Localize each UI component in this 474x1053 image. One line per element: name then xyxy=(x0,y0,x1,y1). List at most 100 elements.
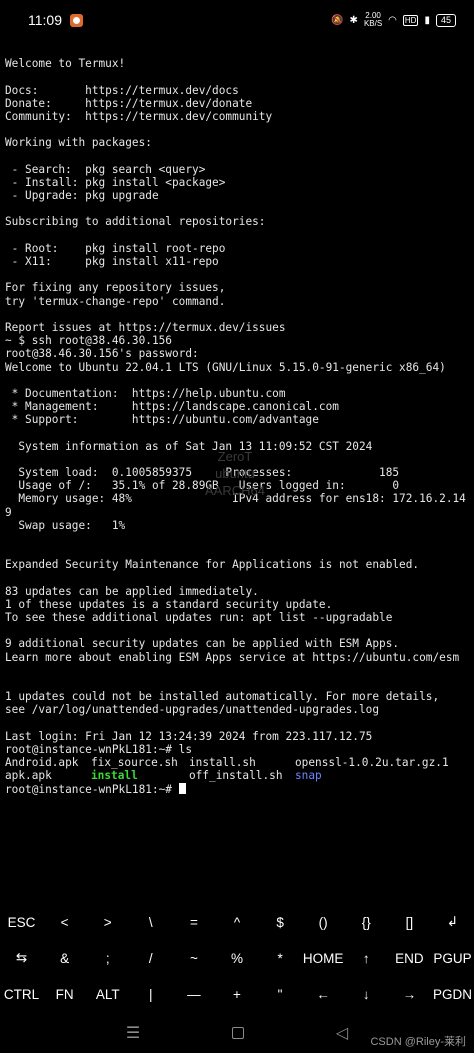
extra-key[interactable]: < xyxy=(43,904,86,940)
terminal-line: Expanded Security Maintenance for Applic… xyxy=(5,558,420,572)
extra-key[interactable]: PGDN xyxy=(431,976,474,1012)
terminal-line: * Documentation: https://help.ubuntu.com xyxy=(5,386,286,400)
extra-key[interactable]: | xyxy=(129,976,172,1012)
status-left: 11:09 xyxy=(28,12,83,28)
extra-key[interactable]: ↓ xyxy=(345,976,388,1012)
terminal-line: Welcome to Termux! xyxy=(5,57,126,71)
extra-key[interactable]: END xyxy=(388,940,431,976)
extra-key[interactable]: ↑ xyxy=(345,940,388,976)
terminal-line: - Upgrade: pkg upgrade xyxy=(5,189,159,203)
extra-key[interactable]: FN xyxy=(43,976,86,1012)
extra-key[interactable]: [] xyxy=(388,904,431,940)
terminal-line: - X11: pkg install x11-repo xyxy=(5,255,219,268)
bluetooth-icon: ✱ xyxy=(349,14,358,26)
recents-icon[interactable]: ☰ xyxy=(126,1023,140,1042)
extra-key[interactable]: & xyxy=(43,940,86,976)
signal-icon: ▮ xyxy=(424,14,430,26)
extra-key[interactable]: ~ xyxy=(172,940,215,976)
prompt-line[interactable]: root@instance-wnPkL181:~# xyxy=(5,782,474,796)
extra-key[interactable]: " xyxy=(259,976,302,1012)
extra-key[interactable]: = xyxy=(172,904,215,940)
hd-badge: HD xyxy=(402,14,419,26)
battery-indicator: 45 xyxy=(435,13,456,27)
terminal-line: Subscribing to additional repositories: xyxy=(5,215,266,229)
extra-key[interactable]: ↲ xyxy=(431,904,474,940)
extra-key[interactable]: HOME xyxy=(302,940,345,976)
wifi-icon: ◠ xyxy=(388,14,397,26)
status-bar: 11:09 🔕 ✱ 2.00 KB/S ◠ HD ▮ 45 xyxy=(0,0,474,40)
extra-key[interactable]: $ xyxy=(259,904,302,940)
terminal-line: 1 updates could not be installed automat… xyxy=(5,690,440,704)
terminal-line: root@instance-wnPkL181:~# ls xyxy=(5,742,193,756)
ls-entry: snap xyxy=(295,769,322,783)
terminal-line: Welcome to Ubuntu 22.04.1 LTS (GNU/Linux… xyxy=(5,360,446,374)
terminal-line: - Search: pkg search <query> xyxy=(5,162,206,176)
extra-key[interactable]: ← xyxy=(302,976,345,1012)
text-cursor xyxy=(178,782,186,794)
ls-entry: install xyxy=(91,769,138,783)
clock: 11:09 xyxy=(28,12,62,28)
extra-key[interactable]: / xyxy=(129,940,172,976)
extra-key[interactable]: ^ xyxy=(215,904,258,940)
ls-entry: fix_source.sh xyxy=(91,756,178,770)
extra-key[interactable]: {} xyxy=(345,904,388,940)
terminal-line: To see these additional updates run: apt… xyxy=(5,611,393,625)
extra-key[interactable]: \ xyxy=(129,904,172,940)
terminal-line: Last login: Fri Jan 12 13:24:39 2024 fro… xyxy=(5,729,373,743)
ls-entry: off_install.sh xyxy=(189,769,283,783)
back-icon[interactable]: ◁ xyxy=(336,1023,348,1042)
ls-output-row: Android.apk fix_source.sh install.sh openss… xyxy=(5,756,474,769)
terminal-line: Report issues at https://termux.dev/issu… xyxy=(5,320,286,334)
extra-key[interactable]: ESC xyxy=(0,904,43,940)
extra-key[interactable]: → xyxy=(388,976,431,1012)
terminal-line: Learn more about enabling ESM Apps servi… xyxy=(5,650,460,664)
extra-key[interactable]: ⇆ xyxy=(0,940,43,976)
app-notification-icon xyxy=(70,13,83,27)
home-icon[interactable] xyxy=(232,1026,245,1039)
extra-key[interactable]: ALT xyxy=(86,976,129,1012)
extra-key[interactable]: ; xyxy=(86,940,129,976)
extra-key[interactable]: + xyxy=(215,976,258,1012)
network-speed: 2.00 KB/S xyxy=(363,11,383,28)
terminal-line: Donate: https://termux.dev/donate xyxy=(5,96,253,110)
terminal-line: - Root: pkg install root-repo xyxy=(5,241,226,255)
ls-entry: apk.apk xyxy=(5,769,52,783)
ls-entry: install.sh xyxy=(189,756,256,770)
extra-key[interactable]: () xyxy=(302,904,345,940)
ls-output-row: apk.apk install off_install.sh snap xyxy=(5,769,474,782)
attribution: CSDN @Riley-莱利 xyxy=(370,1036,466,1048)
ls-entry: Android.apk xyxy=(5,756,79,770)
terminal-line: Docs: https://termux.dev/docs xyxy=(5,83,239,97)
terminal-line: - Install: pkg install <package> xyxy=(5,175,226,189)
extra-keys-bar: ESC < > \ = ^ $(){}[] ↲ ⇆ &; / ~% * HOME ↑ END PGUP CTRL F… xyxy=(0,904,474,1012)
terminal-line: * Support: https://ubuntu.com/advantage xyxy=(5,413,319,427)
terminal-line: 9 additional security updates can be app… xyxy=(5,637,400,651)
extra-key[interactable]: — xyxy=(172,976,215,1012)
extra-key[interactable]: CTRL xyxy=(0,976,43,1012)
shell-prompt: root@instance-wnPkL181:~# xyxy=(5,782,179,796)
extra-key[interactable]: PGUP xyxy=(431,940,474,976)
extra-key[interactable]: * xyxy=(259,940,302,976)
extra-key[interactable]: > xyxy=(86,904,129,940)
terminal-line: 83 updates can be applied immediately. xyxy=(5,584,259,598)
watermark: ZeroT ubuntu AARCH64 xyxy=(205,449,265,498)
terminal-line: root@38.46.30.156's password: xyxy=(5,347,199,361)
status-right: 🔕 ✱ 2.00 KB/S ◠ HD ▮ 45 xyxy=(331,12,456,28)
extra-key[interactable]: % xyxy=(215,940,258,976)
terminal-line: Working with packages: xyxy=(5,136,152,150)
